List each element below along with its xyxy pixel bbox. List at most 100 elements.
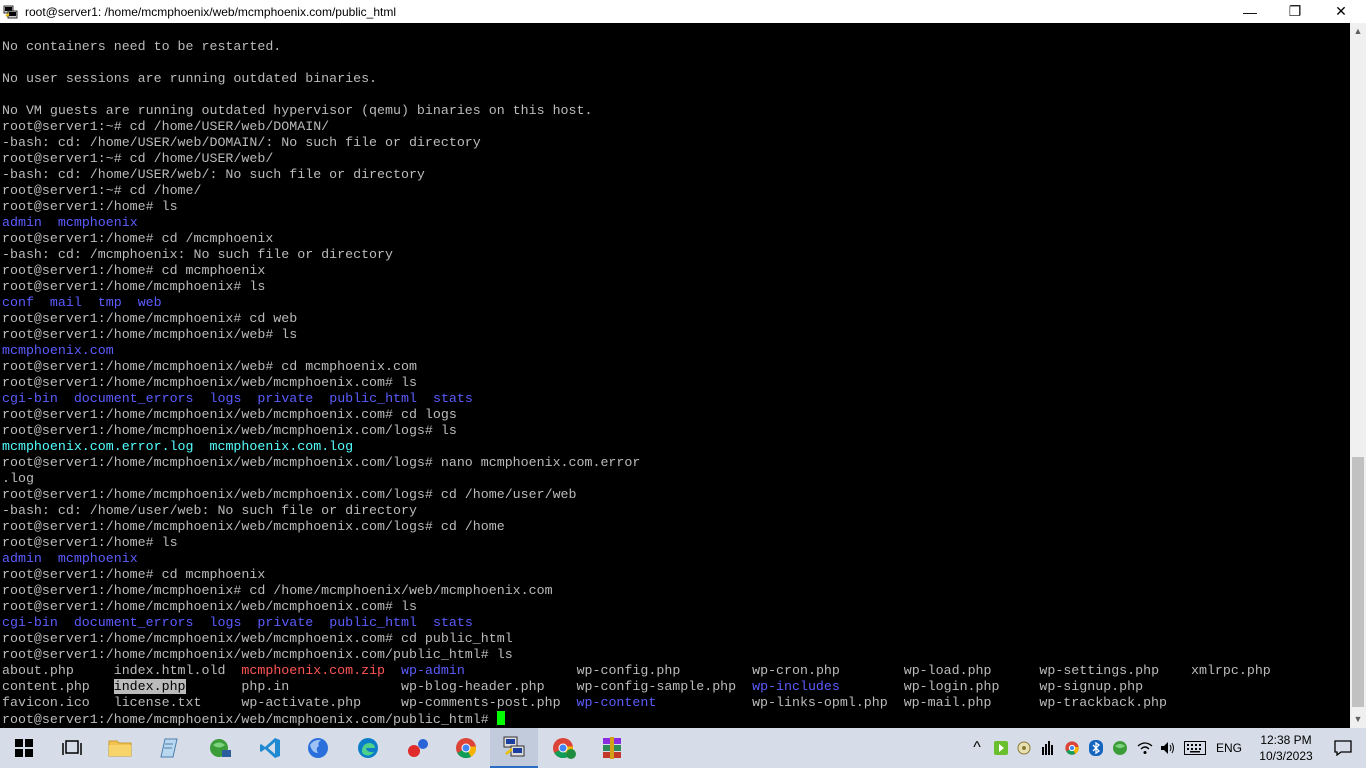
scroll-up-arrow-icon[interactable]: ▲ bbox=[1350, 23, 1366, 40]
chrome-icon bbox=[456, 738, 477, 759]
terminal-line: root@server1:/home/mcmphoenix/web/mcmpho… bbox=[2, 519, 1271, 535]
terminal-entry: mcmphoenix.com.zip bbox=[241, 663, 386, 678]
start-button[interactable] bbox=[0, 728, 48, 768]
terminal-text: root@server1:/home# ls bbox=[2, 535, 178, 550]
chrome-button[interactable] bbox=[442, 728, 490, 768]
wifi-icon bbox=[1137, 742, 1153, 754]
green-play-icon bbox=[994, 741, 1008, 755]
vscode-button[interactable] bbox=[246, 728, 294, 768]
file-explorer-button[interactable] bbox=[96, 728, 144, 768]
terminal-line: -bash: cd: /mcmphoenix: No such file or … bbox=[2, 247, 1271, 263]
tray-app-meter[interactable] bbox=[1036, 728, 1060, 768]
terminal-line: root@server1:/home/mcmphoenix/web/mcmpho… bbox=[2, 599, 1271, 615]
firefox-icon bbox=[308, 738, 328, 758]
tray-overflow-button[interactable]: ^ bbox=[965, 728, 989, 768]
winrar-button[interactable] bbox=[588, 728, 636, 768]
tray-network-app[interactable] bbox=[1108, 728, 1132, 768]
app-dots-button[interactable] bbox=[394, 728, 442, 768]
terminal-line: cgi-bin document_errors logs private pub… bbox=[2, 615, 1271, 631]
speaker-icon bbox=[1161, 742, 1174, 754]
terminal-line: root@server1:/home/mcmphoenix/web/mcmpho… bbox=[2, 455, 1271, 471]
terminal-entry: public_html bbox=[329, 615, 417, 630]
terminal-line: .log bbox=[2, 471, 1271, 487]
clock[interactable]: 12:38 PM 10/3/2023 bbox=[1254, 732, 1318, 764]
terminal-line: root@server1:/home/mcmphoenix/web/mcmpho… bbox=[2, 407, 1271, 423]
globe-tray-icon bbox=[1113, 741, 1127, 755]
tray-keyboard[interactable] bbox=[1183, 728, 1207, 768]
terminal-text: wp-login.php wp-signup.php bbox=[839, 679, 1144, 694]
close-button[interactable]: ✕ bbox=[1318, 0, 1364, 23]
language-indicator[interactable]: ENG bbox=[1216, 728, 1242, 768]
notification-center-button[interactable] bbox=[1320, 728, 1366, 768]
terminal-line: mcmphoenix.com bbox=[2, 343, 1271, 359]
edge-icon bbox=[358, 738, 378, 758]
terminal-line: root@server1:/home/mcmphoenix# cd /home/… bbox=[2, 583, 1271, 599]
task-view-button[interactable] bbox=[48, 728, 96, 768]
tray-app-disc[interactable] bbox=[1012, 728, 1036, 768]
terminal-text: No VM guests are running outdated hyperv… bbox=[2, 103, 593, 118]
terminal-entry: logs bbox=[209, 391, 242, 406]
scroll-down-arrow-icon[interactable]: ▼ bbox=[1350, 711, 1366, 728]
terminal-text: root@server1:/home/mcmphoenix# cd web bbox=[2, 311, 298, 326]
keyboard-icon bbox=[1184, 741, 1206, 755]
terminal-entry: cgi-bin bbox=[2, 615, 58, 630]
notification-icon bbox=[1334, 740, 1352, 756]
taskbar: ^ ENG 12:38 PM 10/3/2023 bbox=[0, 728, 1366, 768]
terminal-text: No user sessions are running outdated bi… bbox=[2, 71, 378, 86]
tray-wifi[interactable] bbox=[1133, 728, 1157, 768]
terminal-line: -bash: cd: /home/user/web: No such file … bbox=[2, 503, 1271, 519]
tray-app-green[interactable] bbox=[989, 728, 1013, 768]
terminal-text: root@server1:~# cd /home/USER/web/ bbox=[2, 151, 274, 166]
tray-chrome[interactable] bbox=[1060, 728, 1084, 768]
clock-date: 10/3/2023 bbox=[1259, 749, 1313, 763]
minimize-button[interactable]: — bbox=[1227, 0, 1273, 23]
terminal-text: root@server1:/home/mcmphoenix/web/mcmpho… bbox=[2, 647, 513, 662]
close-icon: ✕ bbox=[1335, 3, 1347, 19]
firefox-button[interactable] bbox=[294, 728, 342, 768]
terminal-line: root@server1:/home/mcmphoenix/web/mcmpho… bbox=[2, 711, 1271, 727]
winrar-icon bbox=[603, 737, 621, 759]
terminal-line: root@server1:/home# ls bbox=[2, 535, 1271, 551]
chrome-profile-button[interactable] bbox=[540, 728, 588, 768]
tray-volume[interactable] bbox=[1156, 728, 1180, 768]
putty-button[interactable] bbox=[490, 728, 538, 768]
scrollbar-thumb[interactable] bbox=[1352, 457, 1364, 707]
terminal-line: content.php index.php php.in wp-blog-hea… bbox=[2, 679, 1271, 695]
terminal-text: .log bbox=[2, 471, 34, 486]
terminal-line: cgi-bin document_errors logs private pub… bbox=[2, 391, 1271, 407]
terminal-line: root@server1:/home# ls bbox=[2, 199, 1271, 215]
terminal-entry: mail bbox=[49, 295, 82, 310]
terminal-text: root@server1:/home/mcmphoenix/web# cd mc… bbox=[2, 359, 417, 374]
terminal-entry: stats bbox=[432, 391, 473, 406]
maximize-button[interactable]: ❐ bbox=[1272, 0, 1318, 23]
restore-icon: ❐ bbox=[1288, 3, 1302, 19]
terminal-text: index.html.old bbox=[113, 663, 226, 678]
terminal-entry: mcmphoenix.com.error.log bbox=[2, 439, 194, 454]
chrome-tray-icon bbox=[1065, 741, 1079, 755]
edge-button[interactable] bbox=[344, 728, 392, 768]
globe-network-icon bbox=[210, 739, 231, 757]
terminal-line: root@server1:~# cd /home/ bbox=[2, 183, 1271, 199]
terminal-line: root@server1:~# cd /home/USER/web/DOMAIN… bbox=[2, 119, 1271, 135]
terminal-line: root@server1:/home/mcmphoenix/web# ls bbox=[2, 327, 1271, 343]
terminal-line: root@server1:/home/mcmphoenix# ls bbox=[2, 279, 1271, 295]
tray-bluetooth[interactable] bbox=[1084, 728, 1108, 768]
network-app-button[interactable] bbox=[196, 728, 244, 768]
terminal-line: No VM guests are running outdated hyperv… bbox=[2, 103, 1271, 119]
terminal-line: root@server1:/home/mcmphoenix/web# cd mc… bbox=[2, 359, 1271, 375]
terminal-line: root@server1:/home# cd mcmphoenix bbox=[2, 567, 1271, 583]
notepad-button[interactable] bbox=[146, 728, 194, 768]
terminal-text: root@server1:~# cd /home/USER/web/DOMAIN… bbox=[2, 119, 330, 134]
terminal-entry: private bbox=[257, 615, 314, 630]
terminal-text: root@server1:/home/mcmphoenix/web/mcmpho… bbox=[2, 519, 505, 534]
vertical-scrollbar[interactable]: ▲ ▼ bbox=[1350, 23, 1366, 728]
terminal-output[interactable]: No containers need to be restarted. No us… bbox=[0, 23, 1350, 728]
terminal-entry: admin bbox=[2, 215, 42, 230]
terminal-entry: conf bbox=[2, 295, 34, 310]
terminal-text: root@server1:/home/mcmphoenix# cd /home/… bbox=[2, 583, 553, 598]
terminal-entry: logs bbox=[209, 615, 242, 630]
